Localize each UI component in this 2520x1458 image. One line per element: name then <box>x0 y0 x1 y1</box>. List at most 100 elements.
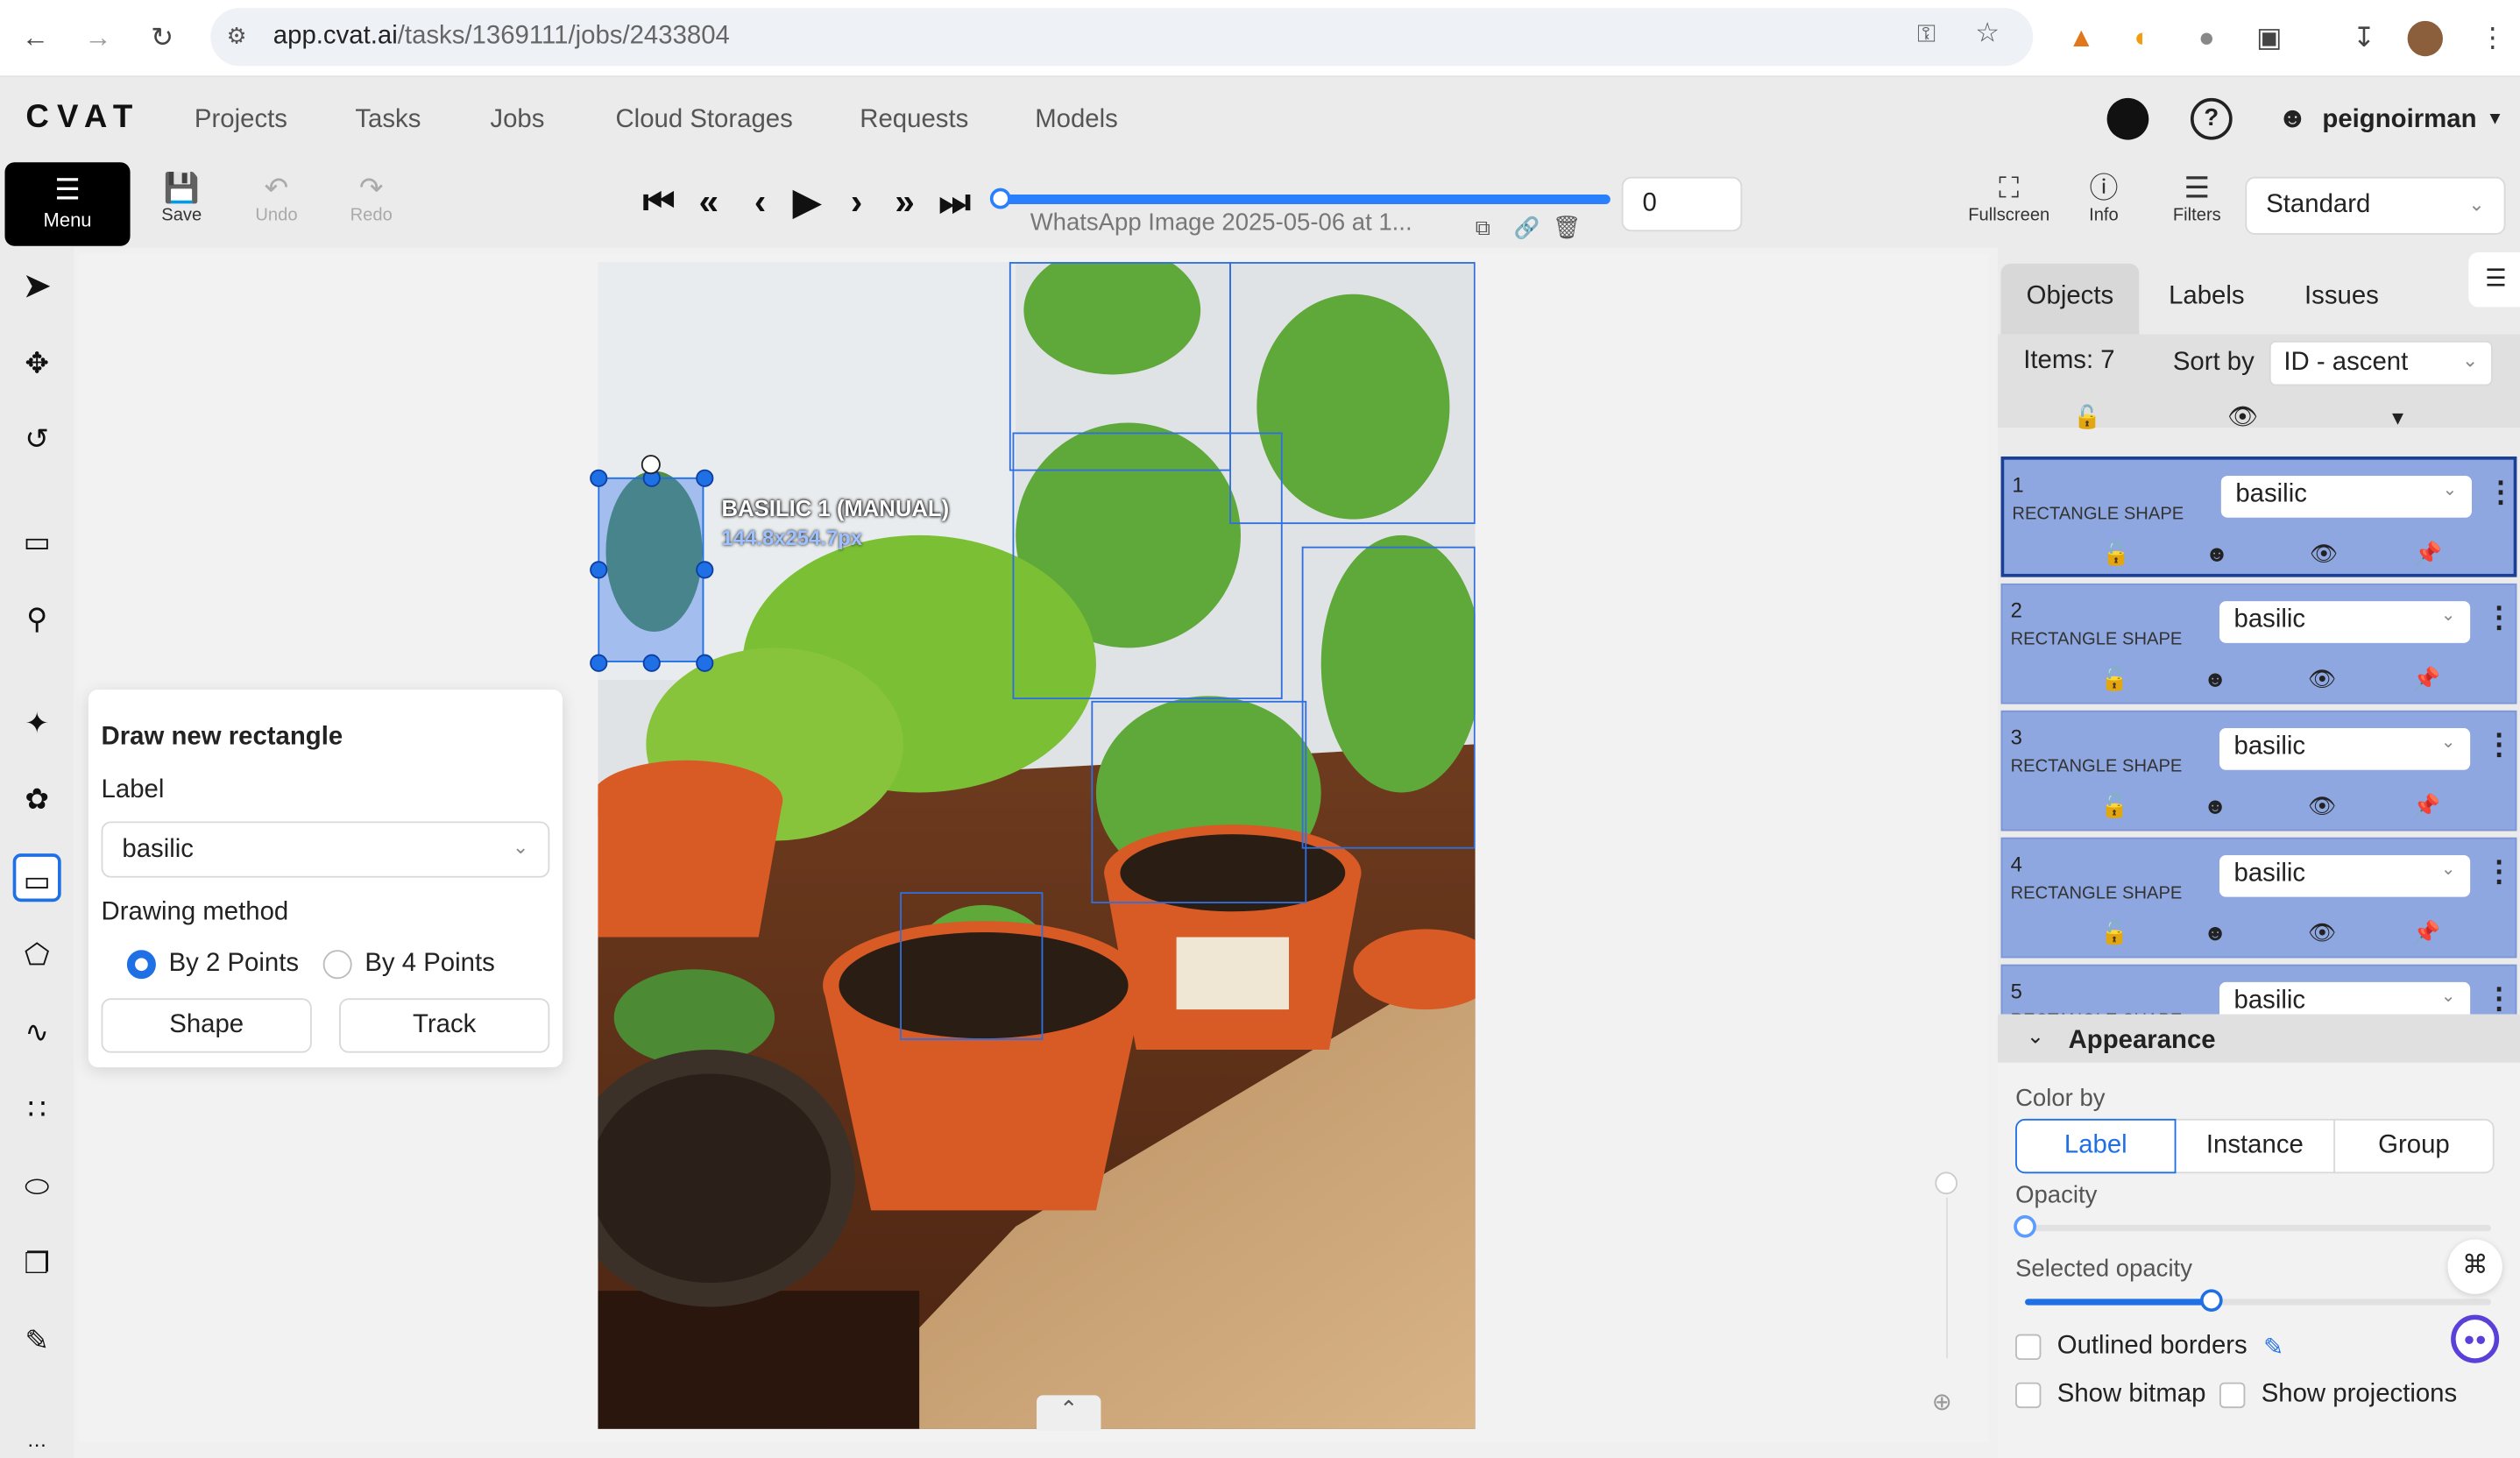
assistant-chat-icon[interactable]: ●● <box>2451 1314 2500 1363</box>
fullscreen-button[interactable]: ⛶ Fullscreen <box>1959 170 2059 237</box>
save-button[interactable]: 💾 Save <box>133 170 230 237</box>
tab-issues[interactable]: Issues <box>2297 264 2387 335</box>
bookmark-star-icon[interactable]: ☆ <box>1975 18 2000 50</box>
selected-opacity-slider[interactable] <box>2025 1289 2491 1313</box>
lock-all-icon[interactable]: 🔓 <box>2073 403 2101 430</box>
color-picker-icon[interactable]: ✎ <box>2263 1333 2283 1362</box>
info-button[interactable]: ⓘ Info <box>2056 170 2152 237</box>
cursor-icon[interactable]: ➤ <box>13 262 61 310</box>
object-menu-icon[interactable]: ⋮ <box>2486 476 2515 510</box>
object-label-select[interactable]: basilic ⌄ <box>2220 476 2472 518</box>
user-icon[interactable]: ☻ <box>2277 102 2308 136</box>
nav-jobs[interactable]: Jobs <box>490 106 544 135</box>
nav-tasks[interactable]: Tasks <box>355 106 421 135</box>
object-item-4[interactable]: 4 RECTANGLE SHAPE basilic ⌄ ⋮ 🔓 ☻ 👁 📌 <box>2000 837 2517 959</box>
metamask-extension-icon[interactable]: ▲ <box>2062 19 2100 58</box>
resize-handle[interactable] <box>589 561 607 579</box>
method-by-2-points[interactable]: By 2 Points <box>126 950 299 980</box>
object-menu-icon[interactable]: ⋮ <box>2485 601 2514 635</box>
cvat-logo[interactable]: CVAT <box>25 100 140 137</box>
object-item-2[interactable]: 2 RECTANGLE SHAPE basilic ⌄ ⋮ 🔓 ☻ 👁 📌 <box>2000 583 2517 704</box>
browser-menu-icon[interactable]: ⋮ <box>2474 19 2512 58</box>
fast-forward-icon[interactable]: » <box>884 180 926 224</box>
filters-button[interactable]: ☰ Filters <box>2148 170 2245 237</box>
eye-icon[interactable]: 👁 <box>2310 540 2339 567</box>
resize-handle[interactable] <box>695 468 713 486</box>
redo-button[interactable]: ↷ Redo <box>323 170 420 237</box>
more-tools-icon[interactable]: ⋯ <box>13 1421 61 1458</box>
show-bitmap-checkbox[interactable] <box>2015 1382 2042 1409</box>
extension-l-icon[interactable]: ● <box>2187 19 2226 58</box>
occluded-user-icon[interactable]: ☻ <box>2205 540 2229 565</box>
object-label-select[interactable]: basilic ⌄ <box>2219 728 2471 770</box>
collapse-chevron-icon[interactable]: ⌄ <box>2027 1024 2044 1050</box>
back-icon[interactable]: ← <box>16 19 54 58</box>
object-item-5[interactable]: 5 RECTANGLE SHAPE basilic⌄ ⋮ <box>2000 964 2517 1015</box>
opacity-slider[interactable] <box>2014 1214 2491 1238</box>
eye-icon[interactable]: 👁 <box>2308 919 2337 946</box>
object-item-3[interactable]: 3 RECTANGLE SHAPE basilic ⌄ ⋮ 🔓 ☻ 👁 📌 <box>2000 710 2517 832</box>
pin-icon[interactable]: 📌 <box>2412 792 2440 819</box>
nav-projects[interactable]: Projects <box>195 106 287 135</box>
rotate-icon[interactable]: ↺ <box>13 414 61 463</box>
zoom-add-icon[interactable]: ⊕ <box>1932 1387 1952 1416</box>
show-projections-option[interactable]: Show projections <box>2219 1381 2457 1410</box>
lock-icon[interactable]: 🔓 <box>2100 792 2128 819</box>
resize-handle[interactable] <box>589 468 607 486</box>
site-info-icon[interactable]: ⚙ <box>227 23 247 50</box>
object-label-select[interactable]: basilic ⌄ <box>2219 601 2471 643</box>
draw-ellipse-icon[interactable]: ⬭ <box>13 1162 61 1210</box>
play-icon[interactable]: ▶ <box>786 180 828 224</box>
rotation-handle[interactable] <box>641 455 661 475</box>
extensions-puzzle-icon[interactable]: ▣ <box>2250 19 2289 58</box>
menu-button[interactable]: ☰ Menu <box>4 162 131 246</box>
previous-frame-icon[interactable]: ‹ <box>740 180 782 224</box>
annotation-box[interactable] <box>1091 700 1307 904</box>
resize-handle[interactable] <box>589 653 607 671</box>
opacity-slider-handle[interactable] <box>2014 1214 2036 1238</box>
copy-filename-icon[interactable]: ⧉ <box>1476 216 1490 241</box>
annotation-box[interactable] <box>900 892 1044 1040</box>
key-icon[interactable]: ⚿ <box>1917 21 1936 48</box>
resize-handle[interactable] <box>641 653 660 671</box>
selected-opacity-slider-handle[interactable] <box>2199 1289 2223 1313</box>
pin-icon[interactable]: 📌 <box>2412 666 2440 693</box>
frame-slider[interactable] <box>989 188 1614 209</box>
magic-wand-icon[interactable]: ✦ <box>13 699 61 747</box>
address-bar[interactable]: ⚙ app.cvat.ai/tasks/1369111/jobs/2433804… <box>210 8 2034 67</box>
copy-link-icon[interactable]: 🔗 <box>1514 216 1540 241</box>
collapse-all-icon[interactable]: ▼ <box>2389 407 2408 429</box>
outlined-borders-checkbox[interactable] <box>2015 1334 2042 1361</box>
pin-icon[interactable]: 📌 <box>2414 540 2442 567</box>
download-icon[interactable]: ↧ <box>2345 19 2383 58</box>
move-icon[interactable]: ✥ <box>13 339 61 387</box>
annotation-box[interactable] <box>1301 546 1476 849</box>
first-frame-icon[interactable]: ⏮ <box>638 180 680 224</box>
tab-objects[interactable]: Objects <box>2000 263 2140 335</box>
github-icon[interactable] <box>2106 97 2149 140</box>
reload-icon[interactable]: ↻ <box>143 19 181 58</box>
frame-number-input[interactable]: 0 <box>1621 176 1743 232</box>
draw-polygon-icon[interactable]: ⬠ <box>13 931 61 979</box>
next-frame-icon[interactable]: › <box>836 180 878 224</box>
frame-image[interactable]: BASILIC 1 (MANUAL) 144.8x254.7px <box>598 262 1476 1429</box>
nav-cloud-storages[interactable]: Cloud Storages <box>615 106 792 135</box>
workspace-select[interactable]: Standard ⌄ <box>2245 176 2506 235</box>
occluded-user-icon[interactable]: ☻ <box>2204 792 2227 817</box>
fit-image-icon[interactable]: ▭ <box>13 518 61 566</box>
expand-up-icon[interactable]: ⌃ <box>1037 1395 1101 1431</box>
selected-annotation-box[interactable] <box>598 477 704 662</box>
track-button[interactable]: Track <box>339 998 550 1053</box>
fast-backward-icon[interactable]: « <box>688 180 730 224</box>
last-frame-icon[interactable]: ⏭ <box>934 180 976 224</box>
eye-icon[interactable]: 👁 <box>2308 666 2337 693</box>
color-by-instance-button[interactable]: Instance <box>2174 1118 2336 1174</box>
object-menu-icon[interactable]: ⋮ <box>2485 728 2514 762</box>
resize-handle[interactable] <box>695 561 713 579</box>
object-item-1[interactable]: 1 RECTANGLE SHAPE basilic ⌄ ⋮ 🔓 ☻ 👁 📌 <box>2000 457 2517 577</box>
undo-button[interactable]: ↶ Undo <box>228 170 324 237</box>
nav-models[interactable]: Models <box>1035 106 1118 135</box>
zoom-slider-handle[interactable] <box>1935 1171 1958 1195</box>
occluded-user-icon[interactable]: ☻ <box>2204 919 2227 945</box>
draw-mask-brush-icon[interactable]: ✎ <box>13 1317 61 1365</box>
